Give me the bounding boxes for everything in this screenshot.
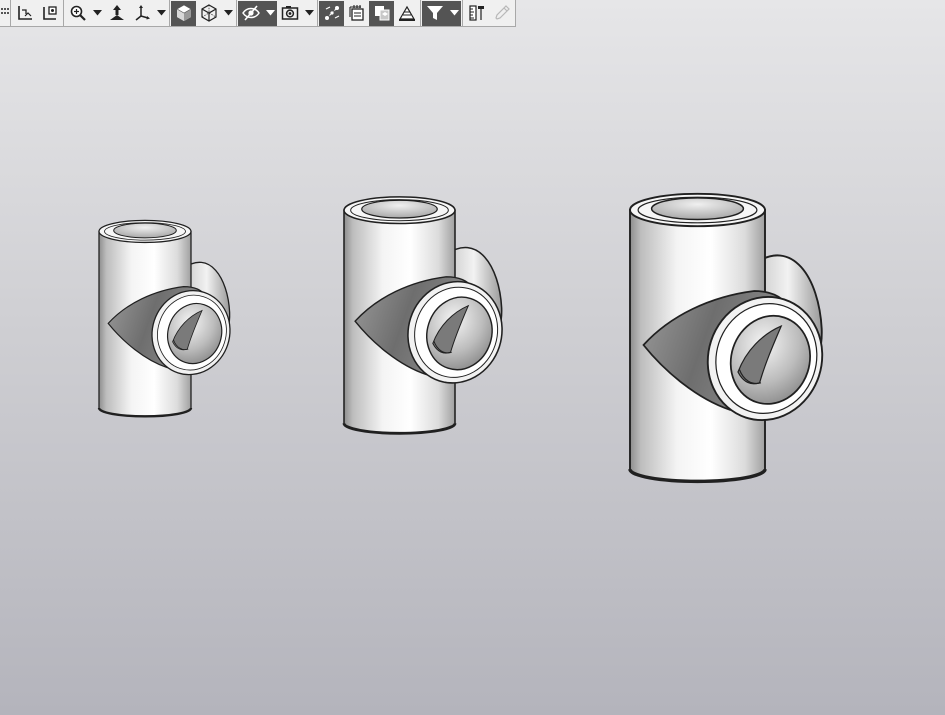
pipette-button[interactable]: [489, 1, 514, 26]
toolbar-group-4: [236, 0, 317, 27]
section-button[interactable]: [394, 1, 419, 26]
orientation-button[interactable]: [129, 1, 154, 26]
view-from-normal-icon: [42, 6, 57, 20]
toolbar-group-3: [169, 0, 236, 27]
hide-show-button[interactable]: [238, 0, 263, 26]
toolbar-group-5: [317, 0, 420, 27]
section-icon: [398, 5, 415, 21]
camera-icon: [281, 6, 298, 20]
toolbar-group-6: [420, 0, 462, 27]
pan-icon: [109, 5, 124, 20]
view-from-normal-button[interactable]: [37, 1, 62, 26]
toolbar-group-7: [462, 0, 515, 27]
chevron-down-icon: [265, 10, 275, 16]
filter-button[interactable]: [422, 0, 447, 26]
local-csys-button[interactable]: [12, 1, 37, 26]
display-mode-dropdown[interactable]: [221, 1, 235, 26]
toolbar-group-2: [63, 0, 169, 27]
toolbar-group-1: [10, 0, 63, 27]
pan-button[interactable]: [104, 1, 129, 26]
chevron-down-icon: [449, 10, 459, 16]
chevron-down-icon: [156, 10, 166, 16]
wireframe-cube-button[interactable]: [196, 1, 221, 26]
chevron-down-icon: [92, 10, 102, 16]
hide-show-icon: [241, 5, 260, 21]
pipette-icon: [494, 5, 510, 20]
snap-nodes-button[interactable]: [319, 0, 344, 26]
local-csys-icon: [17, 6, 32, 20]
grip-icon: [1, 8, 9, 14]
chevron-down-icon: [223, 10, 233, 16]
measure-icon: [468, 5, 484, 21]
3d-viewport[interactable]: [0, 27, 945, 715]
tee-fitting-medium[interactable]: [342, 196, 515, 435]
wireframe-cube-icon: [200, 4, 217, 22]
camera-dropdown[interactable]: [302, 1, 316, 26]
measure-button[interactable]: [464, 1, 489, 26]
tee-fitting-large[interactable]: [628, 192, 838, 484]
zoom-dropdown[interactable]: [90, 1, 104, 26]
hide-show-dropdown[interactable]: [263, 0, 277, 26]
copy-view-button[interactable]: [369, 0, 394, 26]
model-scene: [97, 192, 838, 484]
layers-icon: [348, 5, 364, 21]
orientation-dropdown[interactable]: [154, 1, 168, 26]
snap-nodes-icon: [324, 6, 339, 20]
camera-button[interactable]: [277, 1, 302, 26]
chevron-down-icon: [304, 10, 314, 16]
shaded-cube-icon: [175, 4, 192, 21]
view-toolbar: [0, 0, 516, 27]
orientation-icon: [135, 5, 150, 21]
layers-button[interactable]: [344, 1, 369, 26]
zoom-icon: [70, 5, 86, 21]
filter-dropdown[interactable]: [447, 0, 461, 26]
copy-view-icon: [374, 6, 389, 21]
zoom-button[interactable]: [65, 1, 90, 26]
tee-fitting-small[interactable]: [97, 219, 241, 418]
shaded-cube-button[interactable]: [171, 0, 196, 26]
filter-icon: [426, 6, 443, 20]
toolbar-grip[interactable]: [0, 0, 10, 27]
